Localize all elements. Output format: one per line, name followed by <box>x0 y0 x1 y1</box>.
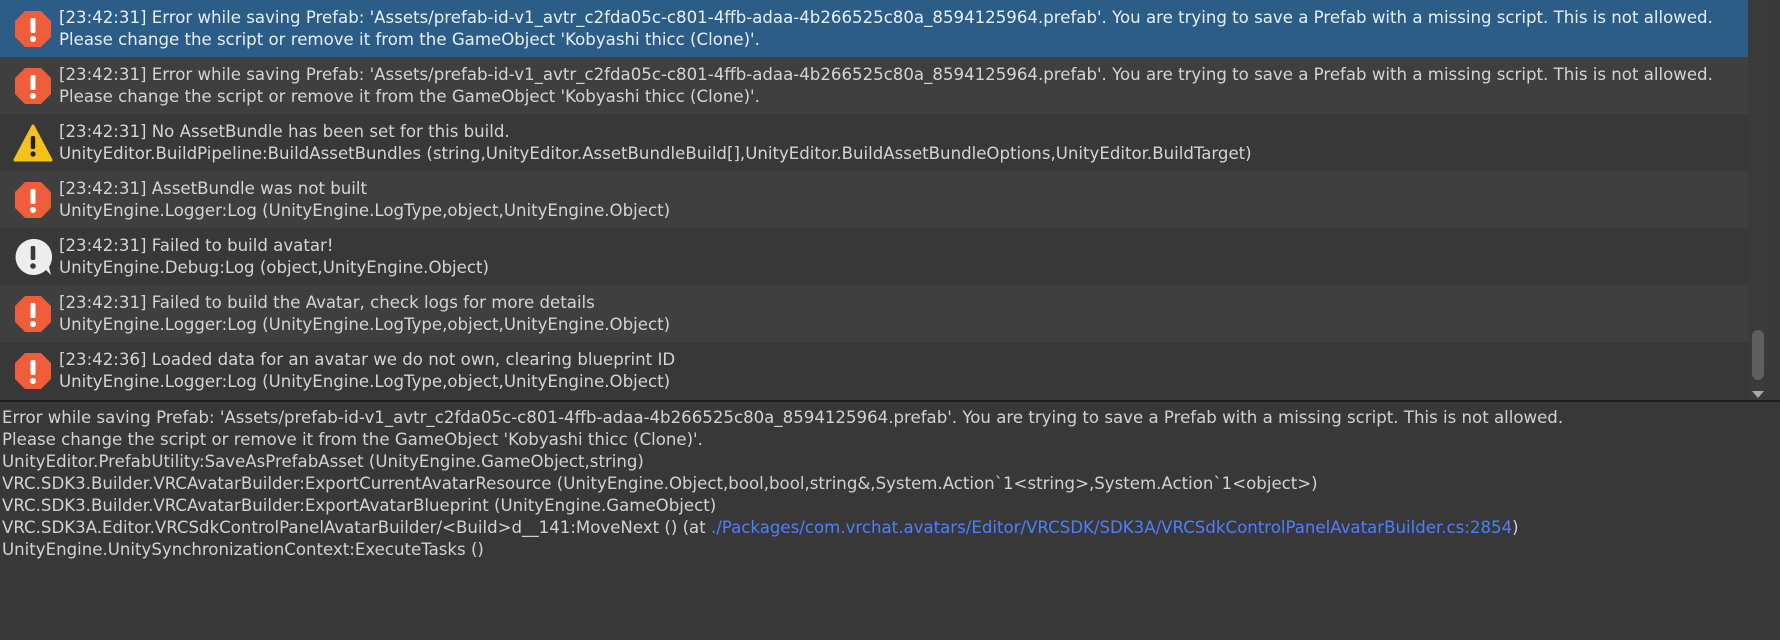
error-icon <box>12 350 54 392</box>
log-entry-text: [23:42:31] No AssetBundle has been set f… <box>59 120 1748 165</box>
error-icon <box>12 65 54 107</box>
error-icon <box>12 293 54 335</box>
log-entry-message: [23:42:31] Error while saving Prefab: 'A… <box>59 65 1713 84</box>
log-entry-detail: UnityEngine.Debug:Log (object,UnityEngin… <box>59 258 489 277</box>
log-list[interactable]: [23:42:31] Error while saving Prefab: 'A… <box>0 0 1748 400</box>
stacktrace-line: UnityEditor.PrefabUtility:SaveAsPrefabAs… <box>2 452 644 471</box>
log-entry[interactable]: [23:42:31] Error while saving Prefab: 'A… <box>0 0 1748 57</box>
stacktrace-line: Please change the script or remove it fr… <box>2 430 703 449</box>
log-entry-text: [23:42:31] Failed to build the Avatar, c… <box>59 291 1748 336</box>
stacktrace-pane: Error while saving Prefab: 'Assets/prefa… <box>0 402 1780 640</box>
log-entry-text: [23:42:31] AssetBundle was not built Uni… <box>59 177 1748 222</box>
log-entry-detail: UnityEngine.Logger:Log (UnityEngine.LogT… <box>59 315 671 334</box>
log-entry[interactable]: [23:42:31] Failed to build the Avatar, c… <box>0 285 1748 342</box>
log-entry-detail: Please change the script or remove it fr… <box>59 30 760 49</box>
scrollbar-thumb[interactable] <box>1752 330 1764 380</box>
log-entry-detail: UnityEditor.BuildPipeline:BuildAssetBund… <box>59 144 1252 163</box>
source-file-link[interactable]: ./Packages/com.vrchat.avatars/Editor/VRC… <box>711 518 1512 537</box>
log-entry[interactable]: [23:42:31] Failed to build avatar! Unity… <box>0 228 1748 285</box>
log-entry-text: [23:42:31] Error while saving Prefab: 'A… <box>59 63 1748 108</box>
log-entry-message: [23:42:31] Failed to build avatar! <box>59 236 334 255</box>
log-entry-message: [23:42:31] Failed to build the Avatar, c… <box>59 293 595 312</box>
stacktrace-prefix: VRC.SDK3A.Editor.VRCSdkControlPanelAvata… <box>2 518 711 537</box>
log-entry-text: [23:42:36] Loaded data for an avatar we … <box>59 348 1748 393</box>
log-entry-message: [23:42:31] AssetBundle was not built <box>59 179 368 198</box>
console-window: [23:42:31] Error while saving Prefab: 'A… <box>0 0 1780 640</box>
stacktrace-line: Error while saving Prefab: 'Assets/prefa… <box>2 408 1564 427</box>
log-entry-message: [23:42:31] Error while saving Prefab: 'A… <box>59 8 1713 27</box>
log-entry-detail: UnityEngine.Logger:Log (UnityEngine.LogT… <box>59 372 671 391</box>
error-icon <box>12 179 54 221</box>
log-entry[interactable]: [23:42:31] No AssetBundle has been set f… <box>0 114 1748 171</box>
log-scrollbar[interactable] <box>1748 0 1768 400</box>
log-entry-text: [23:42:31] Error while saving Prefab: 'A… <box>59 6 1748 51</box>
error-icon <box>12 8 54 50</box>
log-entry-message: [23:42:36] Loaded data for an avatar we … <box>59 350 676 369</box>
log-entry[interactable]: [23:42:31] Error while saving Prefab: 'A… <box>0 57 1748 114</box>
stacktrace-line: VRC.SDK3A.Editor.VRCSdkControlPanelAvata… <box>2 517 1780 539</box>
stacktrace-line: VRC.SDK3.Builder.VRCAvatarBuilder:Export… <box>2 496 717 515</box>
stacktrace-line: VRC.SDK3.Builder.VRCAvatarBuilder:Export… <box>2 474 1318 493</box>
log-entry-message: [23:42:31] No AssetBundle has been set f… <box>59 122 510 141</box>
info-icon <box>12 236 54 278</box>
log-entry-detail: UnityEngine.Logger:Log (UnityEngine.LogT… <box>59 201 671 220</box>
stacktrace-line: UnityEngine.UnitySynchronizationContext:… <box>2 540 484 559</box>
scroll-down-arrow-icon[interactable] <box>1752 391 1764 398</box>
log-entry-detail: Please change the script or remove it fr… <box>59 87 760 106</box>
log-entry-text: [23:42:31] Failed to build avatar! Unity… <box>59 234 1748 279</box>
warning-icon <box>12 122 54 164</box>
log-entry[interactable]: [23:42:31] AssetBundle was not built Uni… <box>0 171 1748 228</box>
log-entry[interactable]: [23:42:36] Loaded data for an avatar we … <box>0 342 1748 399</box>
stacktrace-suffix: ) <box>1512 518 1519 537</box>
